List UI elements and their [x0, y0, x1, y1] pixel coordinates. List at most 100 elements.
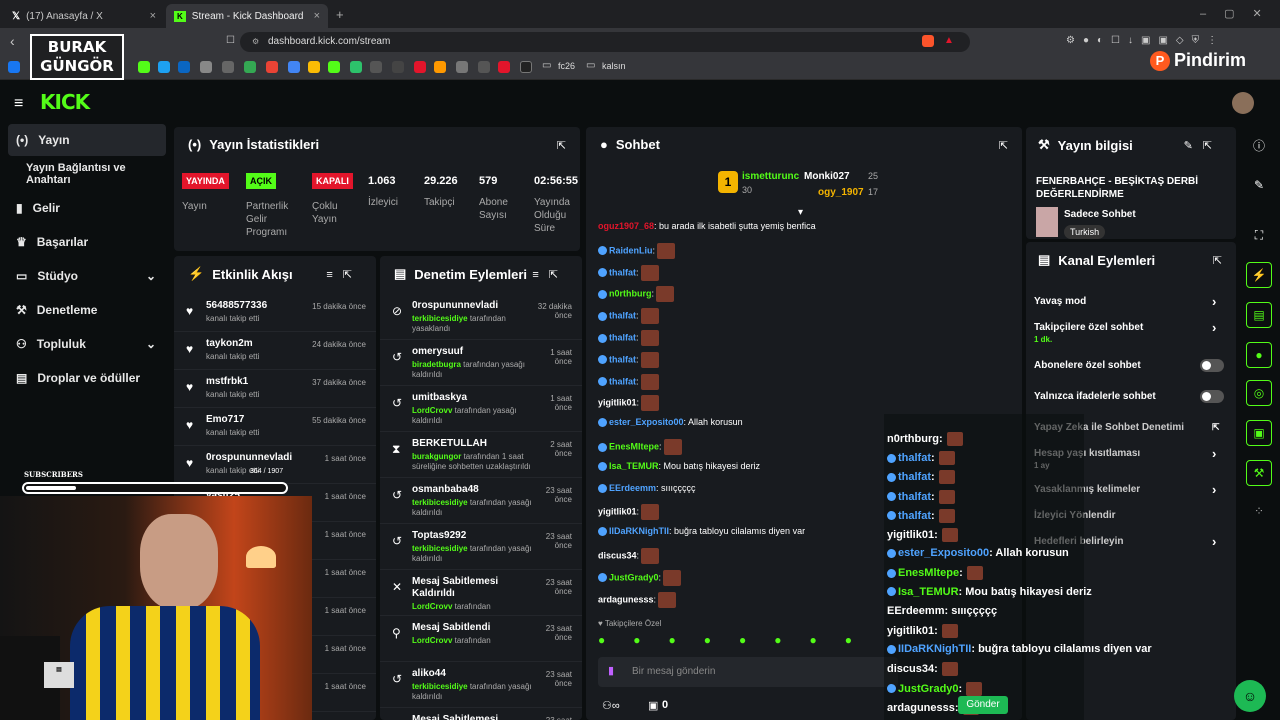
avatar[interactable]	[1232, 92, 1254, 114]
chat-username[interactable]: Isa_TEMUR	[898, 586, 959, 598]
close-icon[interactable]: ×	[314, 10, 320, 22]
close-icon[interactable]: ×	[150, 10, 156, 22]
popout-icon[interactable]: ⇱	[1213, 254, 1222, 267]
viewers-icon[interactable]: ⚇∞	[602, 699, 620, 712]
moderator-name[interactable]: terkibicesidiye	[412, 498, 468, 507]
chat-username[interactable]: thalfat	[609, 267, 636, 277]
category-name[interactable]: Sadece Sohbet	[1064, 209, 1136, 220]
moderation-target[interactable]: Mesaj Sabitlendi	[412, 622, 522, 634]
moderation-target[interactable]: umitbaskya	[412, 392, 522, 404]
sidebar-item-yayin[interactable]: (•) Yayın	[8, 124, 166, 156]
chat-username[interactable]: RaidenLiu	[609, 245, 653, 255]
tab-kick[interactable]: K Stream - Kick Dashboard ×	[166, 4, 328, 28]
sidebar-item-topluluk[interactable]: ⚇ Topluluk ⌄	[8, 328, 166, 360]
bookmark-folder-fc26[interactable]: fc26	[558, 61, 575, 71]
list-item[interactable]: ↺ Toptas9292 terkibicesidiye tarafından ya…	[380, 524, 582, 570]
channel-action-1[interactable]: Takipçilere özel sohbet	[1034, 322, 1143, 333]
bookmark-icon[interactable]	[478, 61, 490, 73]
bookmark-icon[interactable]	[456, 61, 468, 73]
chat-username[interactable]: oguz1907_68	[598, 221, 654, 231]
list-item[interactable]: ♥ 56488577336 kanalı takip etti 15 dakika ö…	[174, 294, 376, 332]
chat-username[interactable]: thalfat	[898, 491, 931, 503]
list-item[interactable]: ♥ taykon2m kanalı takip etti 24 dakika önce	[174, 332, 376, 370]
popout-icon[interactable]: ⇱	[999, 139, 1008, 152]
follower-name[interactable]: 56488577336	[206, 300, 267, 311]
list-item[interactable]: ✕Mesaj Sabitlemesi Kaldırıldı23 saat önc…	[380, 708, 582, 720]
popout-icon[interactable]: ⇱	[557, 139, 566, 152]
support-chat-icon[interactable]: ☺	[1234, 680, 1266, 712]
chat-username[interactable]: JustGrady0	[898, 683, 959, 695]
list-item[interactable]: ♥ Emo717 kanalı takip etti 55 dakika önce	[174, 408, 376, 446]
list-item[interactable]: ✕ Mesaj Sabitlemesi Kaldırıldı LordCrovv t…	[380, 570, 582, 616]
extension-icons[interactable]: ⚙●◐☐↓▣▣◇⛨⋮	[1066, 35, 1225, 46]
moderator-name[interactable]: terkibicesidiye	[412, 682, 468, 691]
chat-icon[interactable]: ●	[1246, 342, 1272, 368]
list-item[interactable]: ⚲ Mesaj Sabitlendi LordCrovv tarafından 23 …	[380, 616, 582, 662]
wrench-icon[interactable]: ⚒	[1246, 460, 1272, 486]
follower-name[interactable]: 0rospununnevladi	[206, 452, 292, 463]
chat-username[interactable]: thalfat	[898, 471, 931, 483]
chat-username[interactable]: thalfat	[609, 354, 636, 364]
chat-username[interactable]: yigitlik01	[887, 625, 934, 637]
gifter-name[interactable]: ogy_1907	[818, 187, 864, 198]
drive-icon[interactable]	[308, 61, 320, 73]
chat-username[interactable]: Isa_TEMUR	[609, 461, 659, 471]
list-item[interactable]: ♥ mstfrbk1 kanalı takip etti 37 dakika önce	[174, 370, 376, 408]
list-item[interactable]: ↺ aliko44 terkibicesidiye tarafından yasağ…	[380, 662, 582, 708]
sidebar-item-droplar[interactable]: ▤ Droplar ve ödüller	[8, 362, 166, 394]
kick-logo[interactable]: KICK	[40, 90, 90, 114]
bookmark-icon[interactable]	[498, 61, 510, 73]
document-icon[interactable]: ▤	[1246, 302, 1272, 328]
channel-action-3[interactable]: Yalnızca ifadelerle sohbet	[1034, 391, 1156, 402]
chat-username[interactable]: yigitlik01	[887, 529, 934, 541]
moderator-name[interactable]: biradetbugra	[412, 360, 461, 369]
sidebar-item-studyo[interactable]: ▭ Stüdyo ⌄	[8, 260, 166, 292]
chat-username[interactable]: thalfat	[609, 332, 636, 342]
menu-icon[interactable]: ≡	[14, 95, 23, 113]
moderator-name[interactable]: LordCrovv	[412, 636, 452, 645]
list-item[interactable]: ↺ umitbaskya LordCrovv tarafından yasağı k…	[380, 386, 582, 432]
toggle-switch[interactable]	[1200, 359, 1224, 372]
bookmark-icon[interactable]	[350, 61, 362, 73]
sidebar-item-basarilar[interactable]: ♛ Başarılar	[8, 226, 166, 258]
moderator-name[interactable]: LordCrovv	[412, 602, 452, 611]
window-controls[interactable]: –▢✕	[1200, 7, 1280, 20]
moderation-target[interactable]: omerysuuf	[412, 346, 522, 358]
chat-username[interactable]: ardagunesss	[887, 702, 955, 714]
moderation-target[interactable]: osmanbaba48	[412, 484, 522, 496]
chat-username[interactable]: ester_Exposito00	[609, 417, 684, 427]
chat-username[interactable]: ardagunesss	[598, 594, 654, 604]
chat-username[interactable]: thalfat	[609, 311, 636, 321]
chat-username[interactable]: IIDaRKNighTII	[609, 526, 669, 536]
moderation-target[interactable]: Mesaj Sabitlemesi Kaldırıldı	[412, 714, 522, 720]
moderation-target[interactable]: Toptas9292	[412, 530, 522, 542]
chat-username[interactable]: JustGrady0	[609, 572, 659, 582]
toggle-switch[interactable]	[1200, 390, 1224, 403]
bolt-icon[interactable]: ⚡	[1246, 262, 1272, 288]
chat-username[interactable]: EErdeemm	[887, 605, 944, 617]
pencil-icon[interactable]: ✎	[1246, 172, 1272, 198]
chevron-right-icon[interactable]: ›	[1212, 294, 1216, 309]
bookmark-icon[interactable]	[520, 61, 532, 73]
linkedin-icon[interactable]	[178, 61, 190, 73]
tab-x[interactable]: 𝕏 (17) Anasayfa / X ×	[4, 4, 164, 28]
add-widget-icon[interactable]: ⁘	[1246, 498, 1272, 524]
chat-username[interactable]: thalfat	[898, 452, 931, 464]
moderation-target[interactable]: BERKETULLAH	[412, 438, 522, 450]
filter-icon[interactable]: ≡⇱	[532, 268, 568, 281]
bookmark-icon[interactable]	[158, 61, 170, 73]
bookmark-icon[interactable]	[414, 61, 426, 73]
chat-username[interactable]: EnesMltepe	[898, 567, 959, 579]
chat-username[interactable]: IIDaRKNighTII	[898, 643, 971, 655]
chat-username[interactable]: yigitlik01	[598, 507, 637, 517]
list-item[interactable]: ↺ omerysuuf biradetbugra tarafından yasağı…	[380, 340, 582, 386]
bookmark-icon[interactable]	[200, 61, 212, 73]
channel-action-2[interactable]: Abonelere özel sohbet	[1034, 360, 1141, 371]
new-tab-button[interactable]: +	[336, 7, 344, 22]
chat-username[interactable]: discus34	[598, 550, 637, 560]
moderator-name[interactable]: terkibicesidiye	[412, 544, 468, 553]
bookmark-icon[interactable]	[370, 61, 382, 73]
moderator-name[interactable]: burakgungor	[412, 452, 461, 461]
chat-username[interactable]: EnesMltepe	[609, 441, 659, 451]
follower-name[interactable]: mstfrbk1	[206, 376, 248, 387]
